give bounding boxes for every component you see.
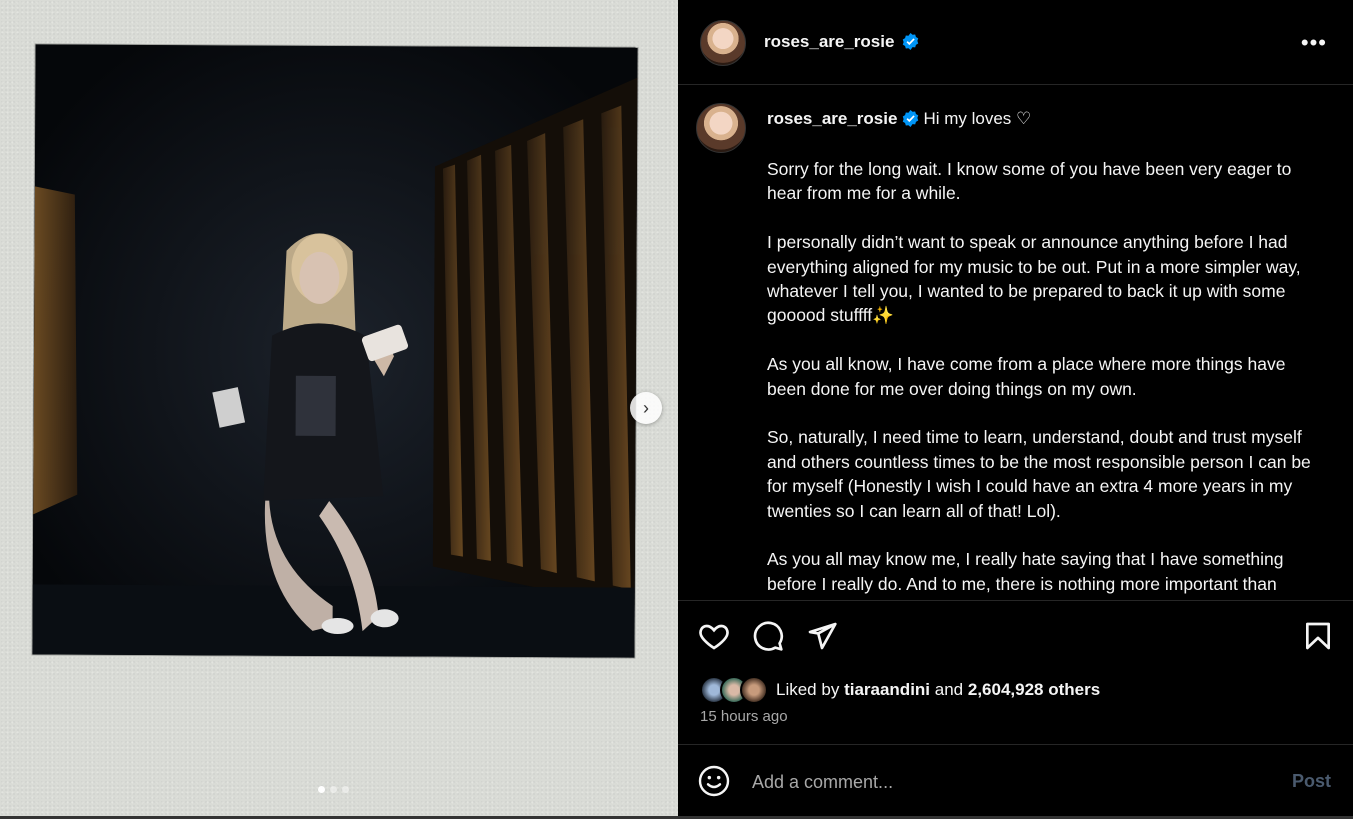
carousel-dot [342,786,349,793]
caption-paragraph: I personally didn’t want to speak or ann… [767,232,1301,326]
post-timestamp[interactable]: 15 hours ago [700,708,788,725]
next-slide-button[interactable]: › [630,392,662,424]
caption-header: roses_are_rosie Hi my loves ♡ [767,109,1031,129]
post-comment-button[interactable]: Post [1292,771,1331,792]
caption-greeting: Hi my loves ♡ [923,109,1032,128]
bookmark-icon[interactable] [1302,620,1334,652]
likes-count-link[interactable]: 2,604,928 others [968,680,1100,700]
likes-summary: Liked by tiaraandini and 2,604,928 other… [700,675,1100,705]
caption-paragraph: As you all know, I have come from a plac… [767,354,1286,399]
emoji-icon[interactable] [698,765,730,797]
caption-paragraph: Sorry for the long wait. I know some of … [767,159,1292,204]
carousel-indicator [318,786,349,793]
verified-badge-icon [897,109,919,128]
send-icon[interactable] [806,620,838,652]
caption-author-avatar[interactable] [696,103,746,153]
avatar [740,676,768,704]
carousel-dot [330,786,337,793]
caption-paragraph: So, naturally, I need time to learn, und… [767,427,1311,521]
post-panel: roses_are_rosie ••• roses_are_rosie Hi my… [678,0,1353,816]
caption-username[interactable]: roses_are_rosie [767,109,897,128]
author-avatar[interactable] [700,20,746,66]
carousel-dot [318,786,325,793]
action-bar [678,600,1353,672]
liked-by-prefix: Liked by [776,680,840,699]
post-image [32,44,638,658]
verified-badge-icon [897,33,919,52]
post-header: roses_are_rosie ••• [678,0,1353,85]
comment-icon[interactable] [752,620,784,652]
liker-avatars [700,676,768,704]
polaroid-photo [32,44,638,658]
caption-paragraph: As you all may know me, I really hate sa… [767,549,1284,600]
liked-by-and: and [934,680,964,699]
post-media[interactable]: › [0,0,678,816]
author-username[interactable]: roses_are_rosie [764,32,894,52]
liked-by-user-link[interactable]: tiaraandini [844,680,930,700]
chevron-right-icon: › [643,397,649,418]
more-options-icon[interactable]: ••• [1301,30,1327,56]
heart-icon[interactable] [698,620,730,652]
comment-bar: Post [678,744,1353,817]
comment-input[interactable] [750,767,1254,797]
caption-text: Sorry for the long wait. I know some of … [767,157,1323,600]
caption-section: roses_are_rosie Hi my loves ♡ Sorry for t… [678,85,1353,601]
